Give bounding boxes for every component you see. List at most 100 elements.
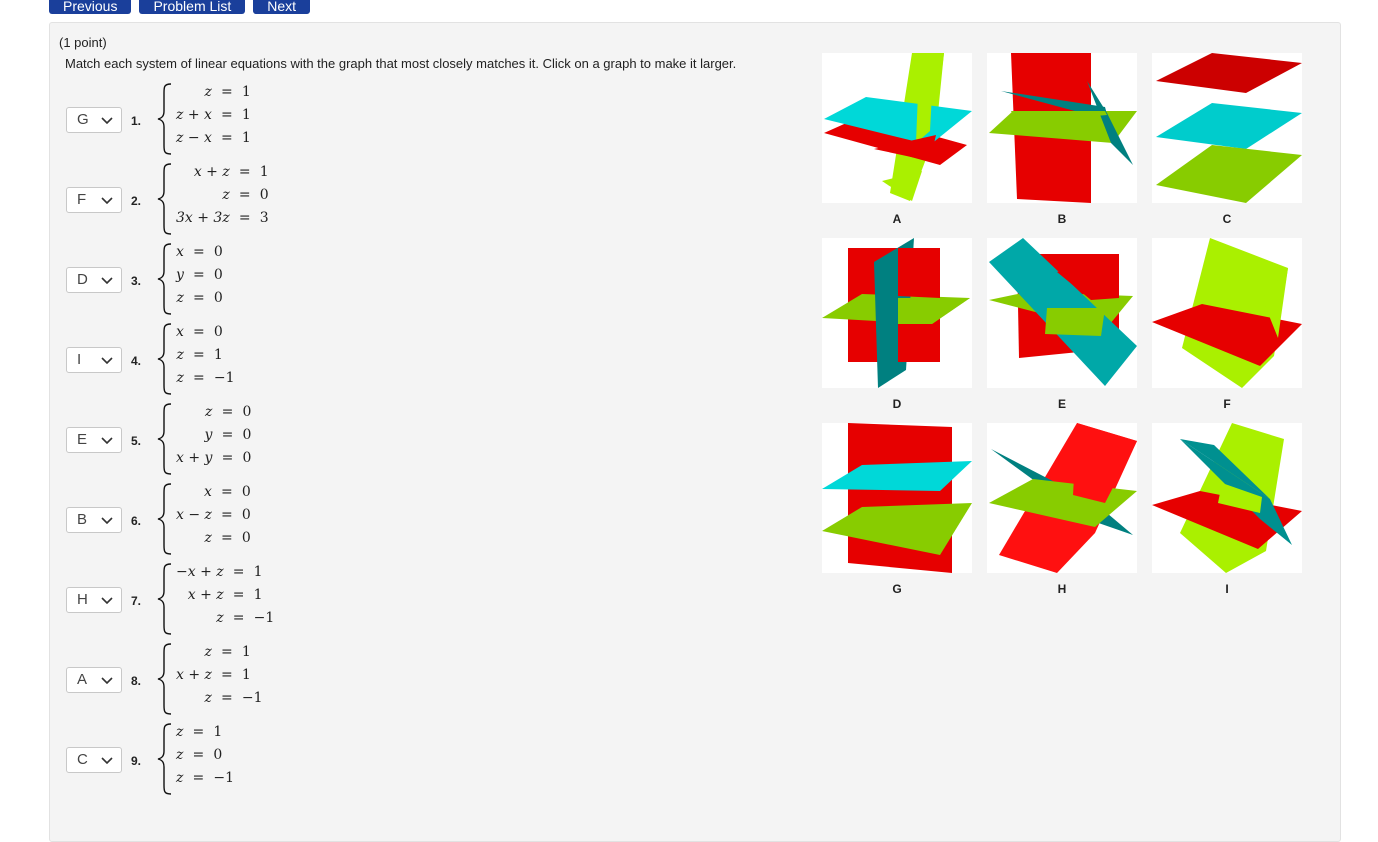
equation-system: x + z = 1 z = 0 3x + 3z = 3 bbox=[176, 164, 269, 227]
graph-a[interactable] bbox=[822, 53, 972, 203]
answer-select[interactable]: A bbox=[66, 667, 122, 693]
answer-select-value: A bbox=[77, 671, 88, 688]
answer-select[interactable]: B bbox=[66, 507, 122, 533]
left-brace bbox=[157, 323, 172, 395]
graph-b[interactable] bbox=[987, 53, 1137, 203]
graph-f[interactable] bbox=[1152, 238, 1302, 388]
left-brace bbox=[157, 563, 172, 635]
problem-9: C 9. z = 1 z = 0 z = −1 bbox=[66, 723, 366, 803]
next-button[interactable]: Next bbox=[253, 0, 311, 14]
equation-operator: = bbox=[232, 587, 245, 603]
equation-lhs: z bbox=[222, 187, 230, 203]
left-brace bbox=[157, 243, 172, 315]
equation-operator: = bbox=[221, 644, 233, 660]
problem-number: 7. bbox=[131, 594, 142, 608]
equation-rhs: −1 bbox=[213, 370, 235, 386]
problem-7: H 7. −x + z = 1 x + z = 1 z = −1 bbox=[66, 563, 366, 643]
equation-system: x = 0 x − z = 0 z = 0 bbox=[176, 484, 251, 547]
graph-g[interactable] bbox=[822, 423, 972, 573]
graph-a-image bbox=[824, 53, 972, 201]
problem-2: F 2. x + z = 1 z = 0 3x + 3z = 3 bbox=[66, 163, 366, 243]
problem-number: 9. bbox=[131, 754, 142, 768]
answer-select[interactable]: I bbox=[66, 347, 122, 373]
equation-operator: = bbox=[221, 130, 233, 146]
graph-d-image bbox=[822, 238, 970, 388]
previous-button[interactable]: Previous bbox=[49, 0, 132, 14]
graph-g-image bbox=[822, 423, 972, 573]
answer-select-value: G bbox=[77, 111, 89, 128]
equation-system: −x + z = 1 x + z = 1 z = −1 bbox=[176, 564, 274, 627]
equation-rhs: 0 bbox=[242, 450, 252, 466]
equation-rhs: 1 bbox=[241, 107, 251, 123]
equation-operator: = bbox=[192, 724, 205, 740]
problem-1: G 1. z = 1 z + x = 1 z − x = 1 bbox=[66, 83, 366, 163]
equation-operator: = bbox=[193, 370, 205, 386]
chevron-down-icon bbox=[101, 357, 113, 364]
problem-number: 5. bbox=[131, 434, 142, 448]
problem-number: 6. bbox=[131, 514, 142, 528]
equation-rhs: 0 bbox=[213, 747, 223, 763]
equation-operator: = bbox=[232, 564, 245, 580]
problem-number: 2. bbox=[131, 194, 142, 208]
equation-operator: = bbox=[193, 244, 205, 260]
problem-number: 3. bbox=[131, 274, 142, 288]
equation-rhs: 1 bbox=[259, 164, 269, 180]
equation-operator: = bbox=[238, 164, 251, 180]
chevron-down-icon bbox=[101, 117, 113, 124]
graph-e-label: E bbox=[1057, 397, 1066, 411]
equation-rhs: −1 bbox=[213, 770, 235, 786]
answer-select[interactable]: F bbox=[66, 187, 122, 213]
equation-lhs: x + z bbox=[193, 164, 230, 180]
problem-list-button[interactable]: Problem List bbox=[139, 0, 246, 14]
equation-operator: = bbox=[221, 107, 233, 123]
problem-6: B 6. x = 0 x − z = 0 z = 0 bbox=[66, 483, 366, 563]
equation-lhs: y bbox=[204, 427, 213, 443]
equation-operator: = bbox=[192, 770, 205, 786]
left-brace bbox=[157, 483, 172, 555]
graph-h-label: H bbox=[1057, 582, 1067, 596]
problem-navigation: Previous Problem List Next bbox=[49, 0, 311, 14]
equation-rhs: 0 bbox=[242, 404, 252, 420]
problem-3: D 3. x = 0 y = 0 z = 0 bbox=[66, 243, 366, 323]
answer-select[interactable]: E bbox=[66, 427, 122, 453]
graph-h[interactable] bbox=[987, 423, 1137, 573]
chevron-down-icon bbox=[101, 597, 113, 604]
equation-lhs: x + y bbox=[176, 450, 213, 466]
equation-operator: = bbox=[193, 290, 205, 306]
equation-rhs: 1 bbox=[241, 130, 251, 146]
points-label: (1 point) bbox=[59, 35, 107, 50]
equation-rhs: 0 bbox=[259, 187, 269, 203]
equation-rhs: 1 bbox=[241, 84, 251, 100]
graph-i[interactable] bbox=[1152, 423, 1302, 573]
equation-lhs: x bbox=[176, 244, 184, 260]
equation-operator: = bbox=[221, 667, 233, 683]
equation-rhs: 1 bbox=[241, 667, 251, 683]
answer-select[interactable]: H bbox=[66, 587, 122, 613]
equation-system: z = 1 z = 0 z = −1 bbox=[176, 724, 234, 787]
equation-rhs: 0 bbox=[242, 427, 252, 443]
equation-rhs: 1 bbox=[253, 587, 263, 603]
graph-c[interactable] bbox=[1152, 53, 1302, 203]
chevron-down-icon bbox=[101, 517, 113, 524]
graph-d[interactable] bbox=[822, 238, 972, 388]
answer-select[interactable]: G bbox=[66, 107, 122, 133]
equation-rhs: 0 bbox=[213, 244, 223, 260]
equation-system: z = 1 z + x = 1 z − x = 1 bbox=[176, 84, 251, 147]
equation-lhs: z bbox=[176, 770, 184, 786]
equation-operator: = bbox=[193, 267, 205, 283]
answer-select[interactable]: C bbox=[66, 747, 122, 773]
equation-lhs: z bbox=[216, 610, 224, 626]
equation-operator: = bbox=[193, 347, 205, 363]
equation-operator: = bbox=[221, 530, 233, 546]
answer-select[interactable]: D bbox=[66, 267, 122, 293]
equation-operator: = bbox=[221, 450, 234, 466]
equation-rhs: 3 bbox=[259, 210, 269, 226]
equation-lhs: −x + z bbox=[176, 564, 224, 580]
equation-lhs: z bbox=[176, 724, 184, 740]
chevron-down-icon bbox=[101, 197, 113, 204]
equation-lhs: x + z bbox=[176, 667, 212, 683]
equation-lhs: z − x bbox=[176, 130, 212, 146]
equation-system: z = 0 y = 0 x + y = 0 bbox=[176, 404, 251, 467]
answer-select-value: C bbox=[77, 751, 88, 768]
graph-e[interactable] bbox=[987, 238, 1137, 388]
